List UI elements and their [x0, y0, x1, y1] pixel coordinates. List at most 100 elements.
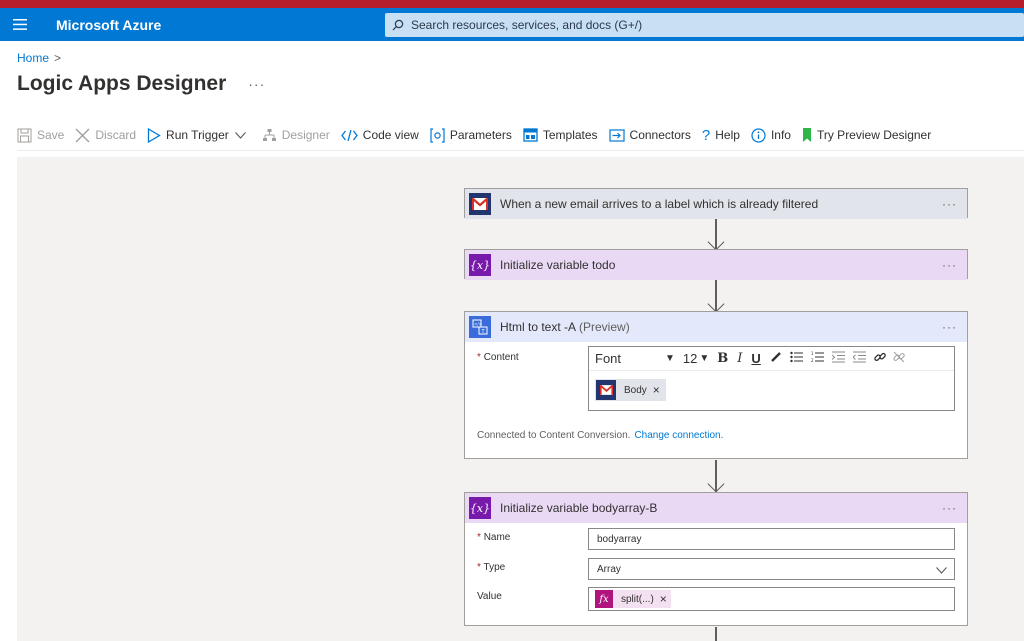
expression-token-label: split(...) [621, 593, 654, 605]
page-title-text: Logic Apps Designer [17, 72, 227, 95]
search-placeholder: Search resources, services, and docs (G+… [411, 18, 643, 32]
save-icon [17, 128, 32, 143]
svg-text:</>: </> [474, 322, 482, 327]
designer-label: Designer [281, 128, 330, 142]
parameters-label: Parameters [449, 128, 512, 142]
discard-label: Discard [95, 128, 137, 142]
svg-text:2: 2 [811, 358, 814, 363]
designer-button[interactable]: Designer [262, 128, 330, 143]
highlight-icon[interactable] [770, 351, 782, 366]
try-preview-designer-button[interactable]: Try Preview Designer [802, 128, 931, 142]
search-icon [385, 19, 411, 31]
page-more-button[interactable]: ··· [248, 76, 265, 92]
unlink-icon[interactable] [893, 351, 905, 366]
name-field-label: * Name [477, 532, 510, 543]
templates-label: Templates [542, 128, 598, 142]
html-to-text-title: Html to text -A [500, 320, 577, 334]
connectors-label: Connectors [629, 128, 691, 142]
function-icon: fx [595, 590, 613, 608]
link-icon[interactable] [874, 351, 886, 366]
body-token-label: Body [624, 384, 647, 396]
font-dropdown-icon[interactable]: ▼ [665, 353, 675, 364]
trigger-more-button[interactable]: ··· [942, 197, 957, 211]
parameters-button[interactable]: Parameters [430, 127, 512, 143]
init-bodyarray-title: Initialize variable bodyarray-B [500, 501, 658, 515]
templates-button[interactable]: Templates [523, 128, 598, 142]
content-label-text: Content [483, 352, 519, 363]
chevron-down-icon [234, 131, 246, 139]
gmail-icon [596, 380, 616, 400]
init-todo-card[interactable]: {x} Initialize variable todo ··· [464, 249, 968, 280]
font-size-select[interactable]: 12 [683, 351, 697, 366]
type-field-label: * Type [477, 562, 505, 573]
init-bodyarray-card[interactable]: {x} Initialize variable bodyarray-B ··· … [464, 492, 968, 626]
run-trigger-button[interactable]: Run Trigger [147, 127, 251, 143]
init-bodyarray-header[interactable]: {x} Initialize variable bodyarray-B ··· [465, 493, 967, 523]
global-search-input[interactable]: Search resources, services, and docs (G+… [385, 13, 1024, 37]
change-connection-link[interactable]: Change connection. [634, 430, 723, 441]
brand-title[interactable]: Microsoft Azure [56, 17, 161, 33]
editor-content-area[interactable]: Body × [589, 371, 954, 401]
required-marker: * [477, 532, 481, 543]
html-to-text-header[interactable]: </> T Html to text -A (Preview) ··· [465, 312, 967, 342]
help-label: Help [715, 128, 740, 142]
trigger-card[interactable]: When a new email arrives to a label whic… [464, 188, 968, 219]
breadcrumb-home-link[interactable]: Home [17, 51, 49, 65]
expression-token[interactable]: fx split(...) × [595, 590, 671, 608]
outdent-icon[interactable] [852, 351, 866, 366]
question-icon: ? [701, 126, 711, 144]
top-accent-strip [0, 0, 1024, 8]
variable-value-input[interactable]: fx split(...) × [588, 587, 955, 611]
azure-topbar: Microsoft Azure Search resources, servic… [0, 8, 1024, 41]
name-label-text: Name [483, 532, 511, 543]
chevron-down-icon [936, 566, 947, 577]
connectors-icon [608, 128, 625, 142]
italic-icon[interactable]: I [737, 351, 742, 366]
html-to-text-icon: </> T [469, 316, 491, 338]
discard-button[interactable]: Discard [75, 128, 136, 143]
preview-tag: (Preview) [579, 320, 630, 334]
underline-icon[interactable]: U [751, 351, 760, 366]
variable-type-select[interactable]: Array [588, 558, 955, 580]
parameters-icon [430, 127, 445, 143]
code-view-label: Code view [362, 128, 419, 142]
body-token[interactable]: Body × [595, 379, 666, 401]
gmail-icon [469, 193, 491, 215]
init-bodyarray-more-button[interactable]: ··· [942, 501, 957, 515]
token-remove-icon[interactable]: × [660, 592, 667, 606]
numbered-list-icon[interactable]: 12 [811, 351, 824, 366]
code-view-button[interactable]: Code view [340, 128, 419, 142]
hamburger-menu-icon[interactable] [0, 8, 40, 41]
toolbar-divider [17, 150, 1024, 151]
info-icon [751, 127, 766, 143]
trigger-card-header[interactable]: When a new email arrives to a label whic… [465, 189, 967, 219]
html-to-text-more-button[interactable]: ··· [942, 320, 957, 334]
connected-text: Connected to Content Conversion. [477, 430, 631, 441]
content-rich-editor[interactable]: Font ▼ 12 ▼ B I U 12 Body × [588, 346, 955, 411]
indent-icon[interactable] [831, 351, 845, 366]
connectors-button[interactable]: Connectors [608, 128, 691, 142]
init-todo-header[interactable]: {x} Initialize variable todo ··· [465, 250, 967, 280]
html-to-text-card[interactable]: </> T Html to text -A (Preview) ··· * Cont… [464, 311, 968, 459]
bullet-list-icon[interactable] [790, 351, 803, 366]
bold-icon[interactable]: B [717, 351, 728, 366]
required-marker: * [477, 562, 481, 573]
trigger-card-title: When a new email arrives to a label whic… [500, 197, 819, 211]
init-todo-more-button[interactable]: ··· [942, 258, 957, 272]
info-button[interactable]: Info [751, 127, 791, 143]
variable-name-input[interactable]: bodyarray [588, 528, 955, 550]
editor-toolbar: Font ▼ 12 ▼ B I U 12 [589, 347, 954, 371]
save-label: Save [37, 128, 65, 142]
size-dropdown-icon[interactable]: ▼ [699, 353, 709, 364]
token-remove-icon[interactable]: × [653, 383, 660, 397]
flow-connector [715, 627, 717, 641]
breadcrumb-separator: > [54, 51, 62, 65]
help-button[interactable]: ? Help [702, 127, 740, 144]
save-button[interactable]: Save [17, 128, 64, 143]
connection-info: Connected to Content Conversion. Change c… [477, 430, 723, 441]
run-trigger-label: Run Trigger [166, 128, 229, 142]
font-family-select[interactable]: Font [595, 351, 665, 366]
designer-icon [262, 128, 277, 143]
code-icon [340, 129, 358, 142]
breadcrumb: Home > [17, 51, 61, 65]
